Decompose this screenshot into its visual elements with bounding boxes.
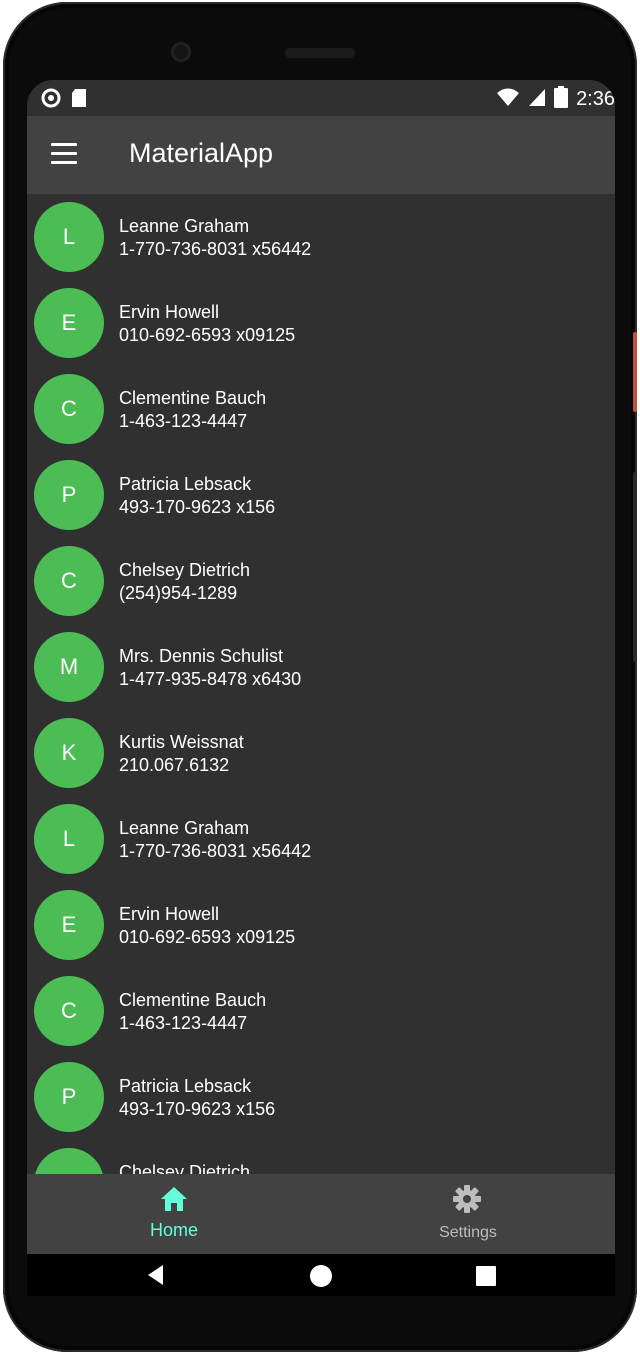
status-bar: 2:36 bbox=[27, 80, 615, 116]
wifi-icon bbox=[496, 87, 520, 111]
list-item[interactable]: M Mrs. Dennis Schulist 1-477-935-8478 x6… bbox=[27, 624, 615, 710]
contact-name: Clementine Bauch bbox=[119, 990, 267, 1010]
nav-home[interactable]: Home bbox=[27, 1174, 321, 1254]
menu-icon-bar bbox=[51, 161, 77, 164]
contact-phone: 1-477-935-8478 x6430 bbox=[119, 669, 302, 689]
contact-name: Kurtis Weissnat bbox=[119, 732, 244, 752]
avatar: E bbox=[34, 890, 104, 960]
list-item[interactable]: P Patricia Lebsack 493-170-9623 x156 bbox=[27, 1054, 615, 1140]
contact-name: Ervin Howell bbox=[119, 302, 220, 322]
nav-settings-label: Settings bbox=[439, 1224, 497, 1241]
avatar: C bbox=[34, 546, 104, 616]
list-item[interactable]: P Patricia Lebsack 493-170-9623 x156 bbox=[27, 452, 615, 538]
recents-button[interactable] bbox=[475, 1265, 497, 1291]
contact-name: Mrs. Dennis Schulist bbox=[119, 646, 284, 666]
home-button[interactable] bbox=[309, 1264, 333, 1292]
contact-phone: 493-170-9623 x156 bbox=[119, 497, 276, 517]
nav-home-label: Home bbox=[149, 1220, 198, 1240]
list-item[interactable]: C Clementine Bauch 1-463-123-4447 bbox=[27, 366, 615, 452]
battery-icon bbox=[554, 86, 569, 112]
sd-card-icon bbox=[71, 88, 87, 112]
contact-list[interactable]: L Leanne Graham 1-770-736-8031 x56442 E … bbox=[27, 194, 615, 1174]
avatar: C bbox=[34, 374, 104, 444]
menu-icon-bar bbox=[51, 152, 77, 155]
avatar: P bbox=[34, 460, 104, 530]
power-button bbox=[633, 332, 637, 412]
list-item[interactable]: E Ervin Howell 010-692-6593 x09125 bbox=[27, 280, 615, 366]
list-item[interactable]: K Kurtis Weissnat 210.067.6132 bbox=[27, 710, 615, 796]
contact-name: Leanne Graham bbox=[119, 818, 250, 838]
contact-phone: 1-770-736-8031 x56442 bbox=[119, 239, 312, 259]
phone-frame: 2:36 MaterialApp L Leanne Graham 1-770-7… bbox=[3, 2, 637, 1352]
contact-name: Chelsey Dietrich bbox=[119, 1162, 251, 1174]
list-item[interactable]: C Chelsey Dietrich bbox=[27, 1140, 615, 1174]
avatar: L bbox=[34, 202, 104, 272]
contact-phone: 493-170-9623 x156 bbox=[119, 1099, 276, 1119]
contact-phone: 210.067.6132 bbox=[119, 755, 230, 775]
nav-settings[interactable]: Settings bbox=[321, 1174, 615, 1254]
contact-name: Ervin Howell bbox=[119, 904, 220, 924]
app-bar: MaterialApp bbox=[27, 116, 615, 194]
contact-name: Patricia Lebsack bbox=[119, 1076, 252, 1096]
avatar: C bbox=[34, 976, 104, 1046]
list-item[interactable]: C Clementine Bauch 1-463-123-4447 bbox=[27, 968, 615, 1054]
avatar: K bbox=[34, 718, 104, 788]
contact-phone: 010-692-6593 x09125 bbox=[119, 927, 296, 947]
contact-name: Chelsey Dietrich bbox=[119, 560, 251, 580]
home-icon bbox=[160, 1186, 188, 1216]
list-item[interactable]: L Leanne Graham 1-770-736-8031 x56442 bbox=[27, 796, 615, 882]
gear-icon bbox=[452, 1184, 482, 1218]
avatar: E bbox=[34, 288, 104, 358]
menu-button[interactable] bbox=[49, 143, 79, 167]
earpiece-speaker bbox=[285, 48, 355, 58]
avatar: C bbox=[34, 1148, 104, 1174]
bottom-navigation: Home Settings bbox=[27, 1174, 615, 1254]
list-item[interactable]: C Chelsey Dietrich (254)954-1289 bbox=[27, 538, 615, 624]
system-nav-bar bbox=[27, 1254, 615, 1296]
list-item[interactable]: L Leanne Graham 1-770-736-8031 x56442 bbox=[27, 194, 615, 280]
contact-name: Clementine Bauch bbox=[119, 388, 267, 408]
contact-phone: 010-692-6593 x09125 bbox=[119, 325, 296, 345]
avatar: L bbox=[34, 804, 104, 874]
contact-phone: 1-463-123-4447 bbox=[119, 1013, 248, 1033]
contact-name: Patricia Lebsack bbox=[119, 474, 252, 494]
menu-icon bbox=[51, 143, 77, 146]
contact-phone: 1-463-123-4447 bbox=[119, 411, 248, 431]
screen: 2:36 MaterialApp L Leanne Graham 1-770-7… bbox=[27, 80, 615, 1296]
contact-phone: 1-770-736-8031 x56442 bbox=[119, 841, 312, 861]
avatar: M bbox=[34, 632, 104, 702]
avatar: P bbox=[34, 1062, 104, 1132]
status-time: 2:36 bbox=[576, 87, 615, 110]
contact-phone: (254)954-1289 bbox=[119, 583, 238, 603]
front-camera bbox=[171, 42, 191, 62]
list-item[interactable]: E Ervin Howell 010-692-6593 x09125 bbox=[27, 882, 615, 968]
sync-icon bbox=[41, 88, 61, 112]
signal-icon bbox=[528, 87, 546, 111]
contact-name: Leanne Graham bbox=[119, 216, 250, 236]
page-title: MaterialApp bbox=[129, 138, 274, 168]
back-button[interactable] bbox=[145, 1264, 167, 1290]
volume-button bbox=[633, 472, 637, 662]
